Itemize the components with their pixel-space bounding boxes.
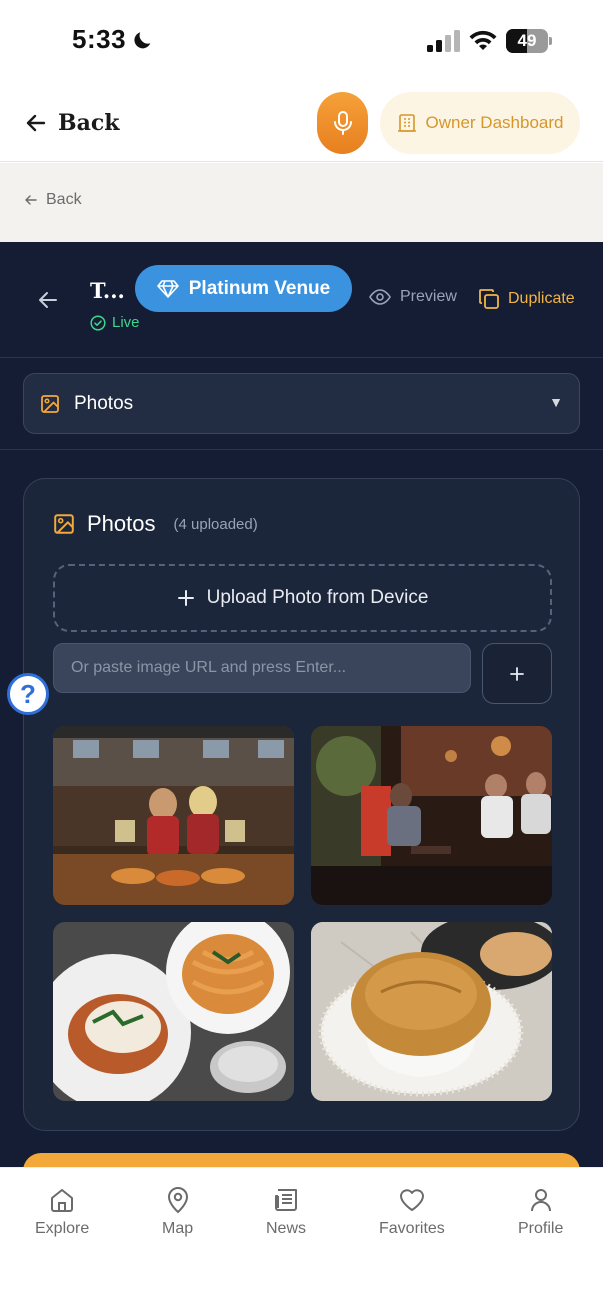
photo-pot-pie bbox=[311, 922, 552, 1101]
caret-down-icon: ▼ bbox=[549, 394, 563, 410]
arrow-left-icon bbox=[26, 114, 46, 132]
newspaper-icon bbox=[275, 1189, 297, 1211]
photos-card-header: Photos (4 uploaded) bbox=[53, 511, 258, 537]
eye-icon bbox=[369, 289, 391, 305]
check-circle-icon bbox=[90, 314, 106, 331]
platinum-venue-badge: Platinum Venue bbox=[135, 265, 352, 312]
heart-icon bbox=[399, 1189, 424, 1211]
voice-button[interactable] bbox=[317, 92, 368, 154]
photo-thumbnail[interactable] bbox=[53, 726, 294, 905]
platinum-venue-label: Platinum Venue bbox=[188, 277, 331, 299]
image-icon bbox=[54, 514, 74, 534]
owner-dashboard-button[interactable]: Owner Dashboard bbox=[380, 92, 580, 154]
photo-bar-servers bbox=[53, 726, 294, 905]
battery-percent: 49 bbox=[517, 31, 537, 50]
building-icon bbox=[397, 114, 416, 132]
live-status-label: Live bbox=[112, 314, 140, 331]
venue-toolbar: T... Live Platinum Venue Preview Duplica… bbox=[0, 242, 603, 358]
bottom-navigation: Explore Map News Favorites Profile bbox=[0, 1167, 603, 1306]
nav-item-favorites[interactable]: Favorites bbox=[379, 1186, 445, 1238]
arrow-left-icon bbox=[25, 195, 37, 205]
app-header: Back Owner Dashboard bbox=[0, 84, 603, 162]
sub-header: Back bbox=[0, 163, 603, 242]
photos-count: (4 uploaded) bbox=[173, 515, 258, 533]
map-pin-icon bbox=[167, 1187, 188, 1214]
owner-dashboard-label: Owner Dashboard bbox=[425, 113, 564, 132]
nav-label: Map bbox=[162, 1220, 194, 1237]
nav-item-profile[interactable]: Profile bbox=[518, 1186, 563, 1238]
divider bbox=[0, 449, 603, 450]
image-url-input[interactable] bbox=[53, 643, 471, 693]
sub-back-button[interactable]: Back bbox=[24, 191, 82, 209]
venue-title: T... bbox=[90, 278, 125, 303]
wifi-icon bbox=[469, 30, 497, 50]
section-dropdown-value: Photos bbox=[74, 392, 134, 414]
upload-photo-button[interactable]: Upload Photo from Device bbox=[53, 564, 552, 632]
microphone-icon bbox=[333, 111, 352, 135]
plus-icon bbox=[510, 666, 524, 681]
copy-icon bbox=[479, 289, 499, 309]
nav-label: Explore bbox=[35, 1220, 90, 1237]
add-url-button[interactable] bbox=[482, 643, 552, 704]
header-back-button[interactable]: Back bbox=[24, 106, 120, 140]
photo-thumbnail[interactable] bbox=[53, 922, 294, 1101]
user-icon bbox=[530, 1189, 551, 1212]
live-status: Live bbox=[90, 314, 140, 331]
image-icon bbox=[41, 394, 59, 413]
nav-item-explore[interactable]: Explore bbox=[35, 1186, 89, 1238]
plus-icon bbox=[177, 590, 194, 606]
photo-dining-room bbox=[311, 726, 552, 905]
photos-title: Photos bbox=[87, 511, 156, 536]
photo-thumbnail[interactable] bbox=[311, 922, 552, 1101]
nav-item-news[interactable]: News bbox=[266, 1186, 306, 1238]
duplicate-label: Duplicate bbox=[508, 290, 575, 307]
arrow-left-icon[interactable] bbox=[36, 288, 60, 312]
help-button[interactable]: ? bbox=[7, 673, 49, 715]
upload-photo-label: Upload Photo from Device bbox=[206, 587, 429, 608]
photos-card: Photos (4 uploaded) Upload Photo from De… bbox=[23, 478, 580, 1131]
battery-indicator: 49 bbox=[506, 29, 552, 53]
moon-icon bbox=[134, 32, 151, 49]
sub-back-label: Back bbox=[46, 191, 82, 208]
nav-label: Favorites bbox=[379, 1220, 445, 1237]
nav-item-map[interactable]: Map bbox=[162, 1186, 193, 1238]
nav-label: News bbox=[266, 1220, 307, 1237]
venue-editor: T... Live Platinum Venue Preview Duplica… bbox=[0, 242, 603, 1183]
home-icon bbox=[51, 1189, 74, 1212]
preview-button[interactable]: Preview bbox=[369, 288, 457, 306]
photo-thumbnail[interactable] bbox=[311, 726, 552, 905]
preview-label: Preview bbox=[400, 288, 457, 305]
photo-pasta-plates bbox=[53, 922, 294, 1101]
signal-icon bbox=[427, 30, 460, 52]
nav-label: Profile bbox=[518, 1220, 564, 1237]
section-dropdown[interactable]: Photos ▼ bbox=[23, 373, 580, 434]
status-time: 5:33 bbox=[72, 24, 127, 54]
duplicate-button[interactable]: Duplicate bbox=[478, 288, 575, 310]
status-bar: 5:33 49 bbox=[0, 0, 603, 84]
diamond-icon bbox=[156, 279, 179, 298]
header-back-label: Back bbox=[58, 110, 120, 136]
